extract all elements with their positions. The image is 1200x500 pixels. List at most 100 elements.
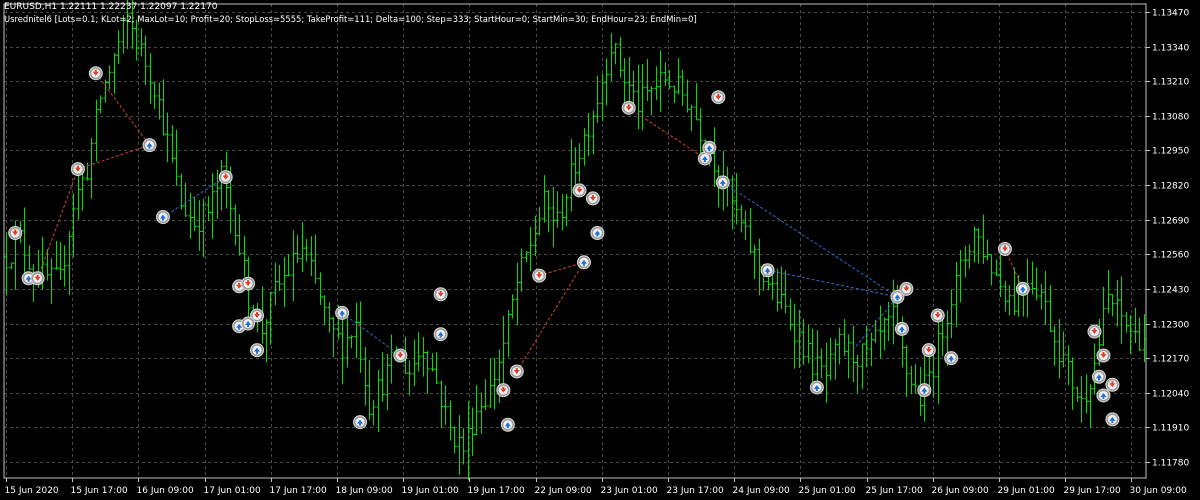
price-bar: [515, 262, 520, 326]
y-tick-label: 1.12560: [1152, 251, 1189, 261]
price-bar: [201, 198, 206, 258]
x-tick-label: 19 Jun 17:00: [468, 486, 525, 496]
sell-trade-marker[interactable]: [496, 383, 511, 398]
price-bar: [564, 194, 569, 227]
price-bar: [452, 426, 457, 454]
price-bar: [734, 173, 739, 225]
price-bar: [1088, 384, 1093, 429]
chart-canvas[interactable]: 1.13470 1.13340 1.13210 1.13080 1.12950 1.128…: [0, 0, 1200, 500]
price-bar: [425, 351, 430, 394]
sell-trade-marker[interactable]: [585, 191, 600, 206]
price-bar: [295, 235, 300, 264]
price-bar: [134, 19, 139, 61]
sell-trade-line: [516, 262, 585, 372]
price-bar: [277, 264, 282, 292]
sell-trade-marker[interactable]: [921, 343, 936, 358]
price-bar: [54, 240, 59, 270]
price-bar: [443, 385, 448, 425]
price-bar: [573, 147, 578, 186]
buy-trade-marker[interactable]: [1015, 281, 1030, 296]
buy-trade-marker[interactable]: [142, 138, 157, 153]
sell-trade-marker[interactable]: [572, 183, 587, 198]
price-bar: [1133, 307, 1138, 344]
price-bar: [551, 186, 556, 248]
price-bar: [358, 301, 363, 374]
price-bar: [851, 325, 856, 383]
sell-trade-marker[interactable]: [1105, 377, 1120, 392]
buy-trade-marker[interactable]: [155, 210, 170, 225]
price-bar: [645, 59, 650, 102]
price-bar: [1057, 318, 1062, 379]
price-bar: [434, 351, 439, 385]
sell-trade-marker[interactable]: [509, 364, 524, 379]
price-bar: [524, 250, 529, 263]
y-tick-label: 1.12820: [1152, 182, 1189, 192]
buy-trade-marker[interactable]: [335, 305, 350, 320]
buy-trade-marker[interactable]: [590, 226, 605, 241]
price-bar: [569, 138, 574, 212]
price-bar: [739, 204, 744, 233]
sell-trade-marker[interactable]: [1087, 324, 1102, 339]
sell-trade-marker[interactable]: [711, 90, 726, 105]
price-bar: [775, 268, 780, 312]
sell-trade-marker[interactable]: [70, 162, 85, 177]
sell-trade-line: [95, 72, 150, 146]
buy-trade-marker[interactable]: [433, 327, 448, 342]
price-bar: [1052, 325, 1057, 366]
sell-trade-marker[interactable]: [393, 348, 408, 363]
price-bar: [291, 230, 296, 302]
price-bar: [586, 113, 591, 156]
price-bar: [649, 86, 654, 116]
sell-trade-marker[interactable]: [241, 276, 256, 291]
price-bar: [1034, 267, 1039, 301]
buy-trade-marker[interactable]: [715, 175, 730, 190]
price-bar: [143, 35, 148, 86]
sell-trade-marker[interactable]: [1096, 348, 1111, 363]
buy-trade-marker[interactable]: [1096, 388, 1111, 403]
price-bar: [112, 53, 117, 94]
buy-trade-marker[interactable]: [353, 415, 368, 430]
price-bar: [273, 262, 278, 306]
price-bar: [327, 302, 332, 333]
price-bar: [913, 364, 918, 394]
price-chart[interactable]: 1.13470 1.13340 1.13210 1.13080 1.12950 1.128…: [0, 0, 1200, 500]
sell-trade-marker[interactable]: [8, 226, 23, 241]
buy-trade-marker[interactable]: [917, 383, 932, 398]
price-bar: [170, 125, 175, 163]
sell-trade-marker[interactable]: [218, 170, 233, 185]
sell-trade-marker[interactable]: [532, 268, 547, 283]
buy-trade-marker[interactable]: [944, 351, 959, 366]
price-bar: [474, 385, 479, 436]
x-tick-label: 23 Jun 17:00: [667, 486, 724, 496]
price-bar: [672, 85, 677, 104]
sell-trade-marker[interactable]: [30, 271, 45, 286]
sell-trade-marker[interactable]: [930, 308, 945, 323]
buy-trade-marker[interactable]: [809, 380, 824, 395]
buy-trade-marker[interactable]: [500, 417, 515, 432]
price-bar: [963, 245, 968, 278]
y-tick-label: 1.13470: [1152, 9, 1189, 19]
buy-trade-line: [341, 312, 401, 356]
trade-markers: [8, 66, 1120, 432]
buy-trade-marker[interactable]: [1105, 412, 1120, 427]
sell-trade-marker[interactable]: [88, 66, 103, 81]
sell-trade-marker[interactable]: [433, 287, 448, 302]
price-bar: [58, 242, 63, 281]
buy-trade-marker[interactable]: [760, 263, 775, 278]
sell-trade-marker[interactable]: [621, 100, 636, 115]
price-bar: [1039, 283, 1044, 310]
price-bar: [322, 295, 327, 326]
buy-trade-marker[interactable]: [702, 140, 717, 155]
buy-trade-marker[interactable]: [894, 321, 909, 336]
buy-trade-marker[interactable]: [241, 316, 256, 331]
price-bar: [197, 200, 202, 251]
sell-trade-marker[interactable]: [899, 281, 914, 296]
buy-trade-marker[interactable]: [576, 255, 591, 270]
buy-trade-marker[interactable]: [1091, 369, 1106, 384]
price-bar: [542, 175, 547, 223]
price-bar: [345, 312, 350, 368]
sell-trade-marker[interactable]: [997, 241, 1012, 256]
price-bar: [421, 336, 426, 377]
price-bar: [1110, 294, 1115, 317]
buy-trade-marker[interactable]: [250, 343, 265, 358]
